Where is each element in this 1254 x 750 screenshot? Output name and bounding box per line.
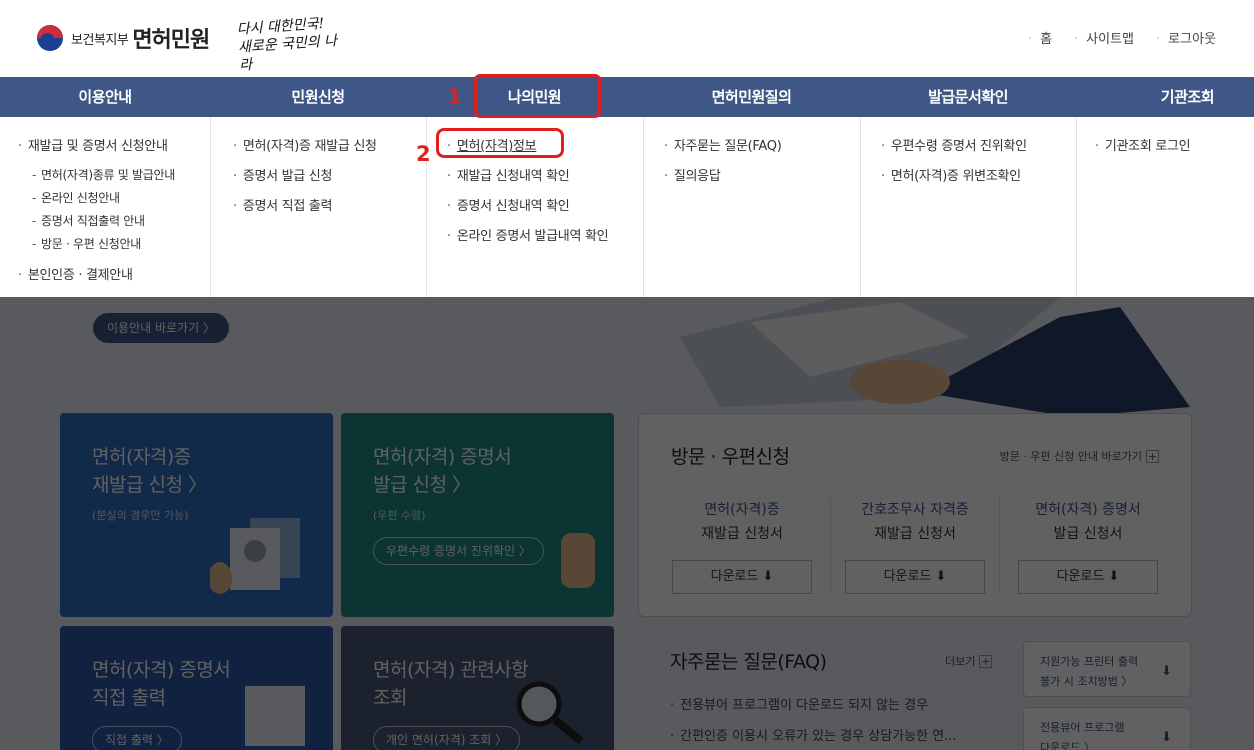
- menu-subitem[interactable]: 온라인 신청안내: [32, 189, 120, 206]
- logo[interactable]: 보건복지부 면허민원: [37, 22, 210, 54]
- menu-item[interactable]: 증명서 발급 신청: [233, 165, 333, 184]
- form-name: 면허(자격)증: [704, 502, 780, 518]
- slogan-line2: 새로운 국민의 나라: [237, 32, 338, 74]
- printer-help-link[interactable]: 지원가능 프린터 출력 불가 시 조치방법 〉 ⬇: [1023, 641, 1191, 697]
- nav-org[interactable]: 기관조회: [1076, 77, 1254, 117]
- personal-lookup-button[interactable]: 개인 면허(자격) 조회 〉: [373, 726, 521, 750]
- menu-col-guide: 재발급 및 증명서 신청안내 면허(자격)종류 및 발급안내 온라인 신청안내 …: [0, 117, 211, 297]
- download-button[interactable]: 다운로드 ⬇: [672, 560, 812, 594]
- menu-item[interactable]: 재발급 및 증명서 신청안내: [18, 135, 168, 154]
- main-nav: 이용안내 민원신청 나의민원 면허민원질의 발급문서확인 기관조회: [0, 77, 1254, 117]
- faq-list: 전용뷰어 프로그램이 다운로드 되지 않는 경우 간편인증 이용시 오류가 있는…: [670, 694, 957, 744]
- annotation-number-2: 2: [416, 142, 431, 166]
- sitemap-link[interactable]: 사이트맵: [1074, 28, 1134, 47]
- visit-guide-link-label: 방문 · 우편 신청 안내 바로가기: [999, 450, 1142, 463]
- nav-guide[interactable]: 이용안내: [0, 77, 210, 117]
- nav-apply[interactable]: 민원신청: [210, 77, 426, 117]
- menu-col-apply: 면허(자격)증 재발급 신청 증명서 발급 신청 증명서 직접 출력: [211, 117, 427, 297]
- form-download-3: 면허(자격) 증명서 발급 신청서 다운로드 ⬇: [1003, 498, 1173, 594]
- faq-more-link[interactable]: 더보기 +: [945, 653, 993, 669]
- download-button[interactable]: 다운로드 ⬇: [845, 560, 985, 594]
- header: 보건복지부 면허민원 다시 대한민국! 새로운 국민의 나라 홈 사이트맵 로그…: [0, 0, 1254, 77]
- faq-section: 자주묻는 질문(FAQ) 더보기+ 전용뷰어 프로그램이 다운로드 되지 않는 …: [670, 647, 993, 744]
- download-icon: ⬇: [1161, 730, 1172, 745]
- download-icon: ⬇: [1161, 664, 1172, 679]
- menu-item[interactable]: 증명서 직접 출력: [233, 195, 333, 214]
- faq-item[interactable]: 전용뷰어 프로그램이 다운로드 되지 않는 경우: [670, 694, 957, 713]
- nav-qna[interactable]: 면허민원질의: [643, 77, 860, 117]
- document-illustration: [245, 686, 305, 746]
- faq-more-label: 더보기: [945, 655, 976, 668]
- menu-item[interactable]: 자주묻는 질문(FAQ): [664, 135, 782, 154]
- menu-item[interactable]: 질의응답: [664, 165, 721, 184]
- menu-item[interactable]: 면허(자격)증 위변조확인: [881, 165, 1021, 184]
- menu-item[interactable]: 재발급 신청내역 확인: [447, 165, 570, 184]
- download-button[interactable]: 다운로드 ⬇: [1018, 560, 1158, 594]
- visit-guide-link[interactable]: 방문 · 우편 신청 안내 바로가기 +: [1000, 448, 1159, 464]
- id-card-illustration: [210, 518, 300, 594]
- hands-document-illustration: [680, 297, 1190, 417]
- form-name: 간호조무사 자격증: [861, 502, 969, 518]
- annotation-box-2: [436, 128, 564, 158]
- mega-menu: 재발급 및 증명서 신청안내 면허(자격)종류 및 발급안내 온라인 신청안내 …: [0, 117, 1254, 297]
- verify-button[interactable]: 우편수령 증명서 진위확인 〉: [373, 537, 544, 565]
- card-title: 면허(자격)증: [92, 446, 191, 468]
- menu-item[interactable]: 면허(자격)증 재발급 신청: [233, 135, 377, 154]
- menu-item[interactable]: 우편수령 증명서 진위확인: [881, 135, 1027, 154]
- service-name: 면허민원: [132, 28, 210, 53]
- card-lookup[interactable]: 면허(자격) 관련사항 조회 개인 면허(자격) 조회 〉: [341, 626, 614, 750]
- plus-icon: +: [1146, 450, 1159, 463]
- menu-item[interactable]: 본인인증 · 결제안내: [18, 264, 133, 283]
- nav-verify[interactable]: 발급문서확인: [860, 77, 1076, 117]
- form-name: 재발급 신청서: [701, 526, 783, 542]
- menu-col-qna: 자주묻는 질문(FAQ) 질의응답: [644, 117, 861, 297]
- guide-shortcut-button[interactable]: 이용안내 바로가기 〉: [93, 313, 229, 343]
- plus-icon: +: [979, 655, 993, 668]
- utility-links: 홈 사이트맵 로그아웃: [1028, 28, 1216, 47]
- card-title: 재발급 신청 〉: [92, 474, 207, 496]
- card-title: 면허(자격) 증명서: [373, 446, 512, 468]
- hand-illustration: [561, 533, 595, 588]
- form-download-2: 간호조무사 자격증 재발급 신청서 다운로드 ⬇: [830, 498, 1000, 594]
- form-name: 면허(자격) 증명서: [1035, 502, 1141, 518]
- menu-subitem[interactable]: 방문 · 우편 신청안내: [32, 235, 141, 252]
- direct-print-button[interactable]: 직접 출력 〉: [92, 726, 182, 750]
- form-download-1: 면허(자격)증 재발급 신청서 다운로드 ⬇: [657, 498, 827, 594]
- menu-col-org: 기관조회 로그인: [1077, 117, 1254, 297]
- home-link[interactable]: 홈: [1028, 28, 1052, 47]
- annotation-box-1: [474, 74, 601, 118]
- emblem-icon: [37, 25, 63, 51]
- annotation-number-1: 1: [447, 85, 462, 109]
- card-title: 발급 신청 〉: [373, 474, 471, 496]
- faq-item[interactable]: 간편인증 이용시 오류가 있는 경우 상담가능한 연...: [670, 725, 956, 744]
- menu-item[interactable]: 기관조회 로그인: [1095, 135, 1191, 154]
- card-reissue[interactable]: 면허(자격)증 재발급 신청 〉 (분실의 경우만 가능): [60, 413, 333, 617]
- menu-subitem[interactable]: 증명서 직접출력 안내: [32, 212, 145, 229]
- menu-subitem[interactable]: 면허(자격)종류 및 발급안내: [32, 166, 175, 183]
- card-certificate[interactable]: 면허(자격) 증명서 발급 신청 〉 (우편 수령) 우편수령 증명서 진위확인…: [341, 413, 614, 617]
- magnifier-icon: [516, 681, 584, 745]
- visit-mail-panel: 방문 · 우편신청 방문 · 우편 신청 안내 바로가기 + 면허(자격)증 재발…: [638, 413, 1192, 617]
- main-content: 이용안내 바로가기 〉 면허(자격)증 재발급 신청 〉 (분실의 경우만 가능…: [0, 297, 1254, 750]
- card-title: 면허(자격) 증명서: [92, 659, 231, 681]
- viewer-download-link[interactable]: 전용뷰어 프로그램 다운로드 〉 ⬇: [1023, 707, 1191, 750]
- logout-link[interactable]: 로그아웃: [1156, 28, 1216, 47]
- menu-col-verify: 우편수령 증명서 진위확인 면허(자격)증 위변조확인: [861, 117, 1077, 297]
- panel-title: 방문 · 우편신청: [671, 446, 790, 468]
- card-direct-print[interactable]: 면허(자격) 증명서 직접 출력 직접 출력 〉: [60, 626, 333, 750]
- slogan: 다시 대한민국! 새로운 국민의 나라: [236, 13, 349, 75]
- ministry-name: 보건복지부: [71, 32, 129, 48]
- form-name: 발급 신청서: [1053, 526, 1123, 542]
- form-name: 재발급 신청서: [874, 526, 956, 542]
- faq-title: 자주묻는 질문(FAQ): [670, 651, 827, 673]
- menu-item[interactable]: 온라인 증명서 발급내역 확인: [447, 225, 609, 244]
- menu-item[interactable]: 증명서 신청내역 확인: [447, 195, 570, 214]
